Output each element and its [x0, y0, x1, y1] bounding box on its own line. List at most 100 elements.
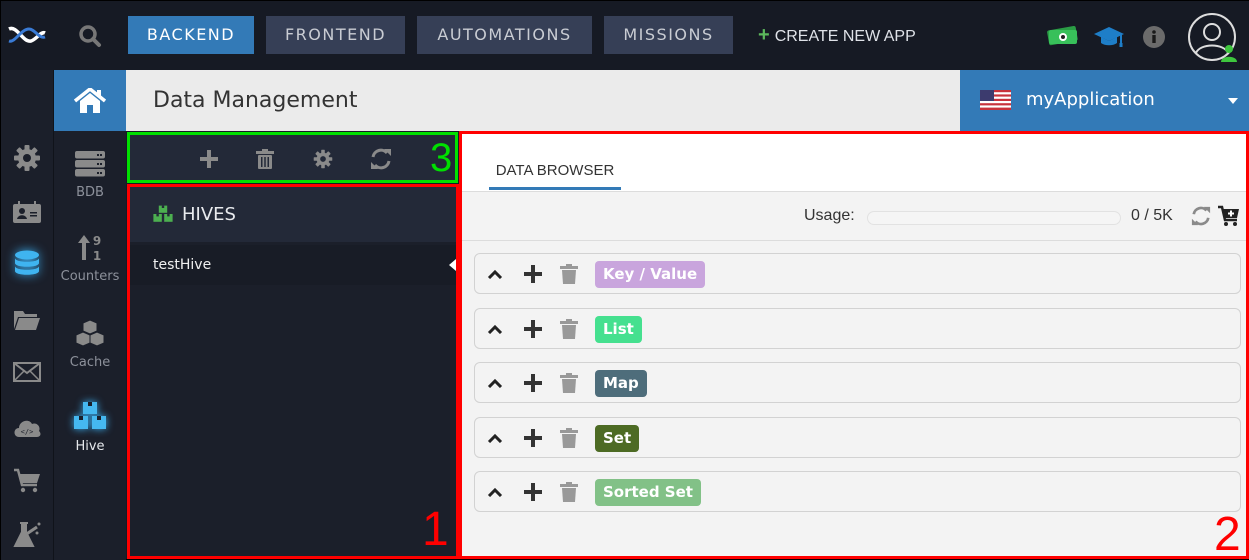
- rail-item-commerce[interactable]: [11, 466, 43, 496]
- plus-icon: [524, 428, 542, 447]
- hive-icon: [153, 205, 173, 222]
- home-button[interactable]: [54, 70, 126, 131]
- counter-icon: 9 1: [78, 234, 101, 263]
- create-new-app-label: CREATE NEW APP: [774, 28, 916, 45]
- subnav-label: Counters: [60, 269, 120, 284]
- chevron-up-icon: [487, 324, 503, 334]
- tab-backend[interactable]: BACKEND: [128, 16, 254, 54]
- cubes-icon: [75, 319, 105, 347]
- hives-title: HIVES: [182, 204, 236, 225]
- data-type-row: Key / Value: [474, 253, 1241, 294]
- delete-items-button[interactable]: [559, 482, 579, 502]
- collapse-button[interactable]: [485, 482, 505, 502]
- trash-icon: [560, 427, 578, 448]
- collapse-button[interactable]: [485, 264, 505, 284]
- info-icon[interactable]: [1142, 25, 1166, 49]
- refresh-icon[interactable]: [1191, 206, 1211, 226]
- user-avatar-icon[interactable]: [1187, 13, 1241, 63]
- hive-settings-button[interactable]: [312, 148, 334, 170]
- page-title: Data Management: [153, 88, 358, 113]
- trash-icon: [560, 318, 578, 339]
- delete-hive-button[interactable]: [254, 148, 276, 170]
- collapse-button[interactable]: [485, 428, 505, 448]
- delete-items-button[interactable]: [559, 318, 579, 339]
- rail-item-data[interactable]: [11, 250, 43, 280]
- data-type-row: Sorted Set: [474, 471, 1241, 512]
- data-type-badge: Key / Value: [595, 261, 706, 288]
- trash-icon: [560, 373, 578, 393]
- tab-data-browser[interactable]: DATA BROWSER: [489, 162, 621, 190]
- add-item-button[interactable]: [523, 428, 543, 448]
- usage-row: Usage: 0 / 5K: [462, 193, 1246, 241]
- add-item-button[interactable]: [523, 264, 543, 284]
- server-icon: [75, 151, 105, 177]
- collapse-button[interactable]: [485, 373, 505, 393]
- usage-value: 0 / 5K: [1131, 207, 1173, 224]
- money-icon[interactable]: [1047, 25, 1079, 47]
- data-type-badge: Set: [595, 424, 640, 452]
- gear-icon: [14, 145, 40, 171]
- delete-items-button[interactable]: [559, 373, 579, 393]
- plus-icon: [524, 319, 542, 338]
- subnav-label: BDB: [76, 185, 104, 200]
- subnav-label: Hive: [75, 439, 105, 454]
- rail-item-messaging[interactable]: [11, 357, 43, 387]
- rail-item-users[interactable]: [11, 197, 43, 227]
- annotation-3: 3: [430, 136, 453, 180]
- cart-icon: [14, 468, 40, 493]
- subnav-item-cache[interactable]: Cache: [54, 319, 126, 370]
- add-item-button[interactable]: [523, 482, 543, 502]
- tab-bar: DATA BROWSER: [462, 134, 1246, 192]
- add-item-button[interactable]: [523, 373, 543, 393]
- rail-item-settings[interactable]: [11, 143, 43, 173]
- rail-item-lab[interactable]: [11, 520, 43, 550]
- add-hive-button[interactable]: [198, 148, 220, 170]
- envelope-icon: [13, 362, 41, 382]
- rail-item-cloud-code[interactable]: </>: [11, 413, 43, 443]
- subnav-item-bdb[interactable]: BDB: [54, 151, 126, 200]
- left-rail: </>: [1, 70, 54, 560]
- usage-label: Usage:: [804, 207, 855, 224]
- data-type-badge: Sorted Set: [595, 479, 701, 506]
- annotation-2: 2: [1214, 508, 1241, 560]
- subnav-item-counters[interactable]: 9 1 Counters: [54, 233, 126, 284]
- logo-icon[interactable]: [7, 23, 47, 47]
- tab-automations[interactable]: AUTOMATIONS: [417, 16, 592, 54]
- app-selector[interactable]: myApplication: [960, 70, 1249, 131]
- data-subnav: BDB 9 1 Counters Cache Hive: [54, 131, 126, 560]
- plus-icon: [524, 483, 542, 501]
- delete-items-button[interactable]: [559, 264, 579, 284]
- data-type-row: Map: [474, 362, 1241, 403]
- refresh-hives-button[interactable]: [370, 148, 392, 170]
- chevron-up-icon: [487, 487, 503, 497]
- hive-toolbar: 3: [127, 132, 458, 183]
- hives-header: HIVES: [130, 187, 456, 242]
- hive-icon: [74, 402, 106, 429]
- create-new-app-button[interactable]: + CREATE NEW APP: [758, 23, 916, 47]
- subnav-label: Cache: [69, 355, 111, 370]
- plus-icon: [200, 150, 218, 168]
- rail-item-files[interactable]: [11, 305, 43, 335]
- delete-items-button[interactable]: [559, 427, 579, 448]
- title-bar: Data Management: [126, 70, 960, 131]
- svg-text:</>: </>: [21, 428, 34, 436]
- data-type-row: Set: [474, 416, 1241, 458]
- trash-icon: [256, 149, 274, 169]
- plus-icon: [524, 374, 542, 392]
- tab-missions[interactable]: MISSIONS: [604, 16, 733, 54]
- top-bar: BACKEND FRONTEND AUTOMATIONS MISSIONS + C…: [1, 1, 1249, 70]
- collapse-button[interactable]: [485, 319, 505, 339]
- data-browser-panel: DATA BROWSER Usage: 0 / 5K Key / Value L…: [459, 131, 1249, 560]
- tab-frontend[interactable]: FRONTEND: [266, 16, 405, 54]
- hive-list-item[interactable]: testHive: [130, 245, 456, 285]
- hives-panel: HIVES testHive 1: [127, 184, 459, 559]
- search-icon[interactable]: [77, 23, 103, 49]
- subnav-item-hive[interactable]: Hive: [54, 401, 126, 454]
- chevron-up-icon: [487, 378, 503, 388]
- plus-icon: [524, 265, 542, 283]
- svg-text:1: 1: [93, 249, 101, 261]
- cart-plus-icon[interactable]: [1218, 205, 1240, 227]
- graduation-cap-icon[interactable]: [1093, 25, 1125, 49]
- app-name: myApplication: [1026, 89, 1155, 110]
- add-item-button[interactable]: [523, 319, 543, 339]
